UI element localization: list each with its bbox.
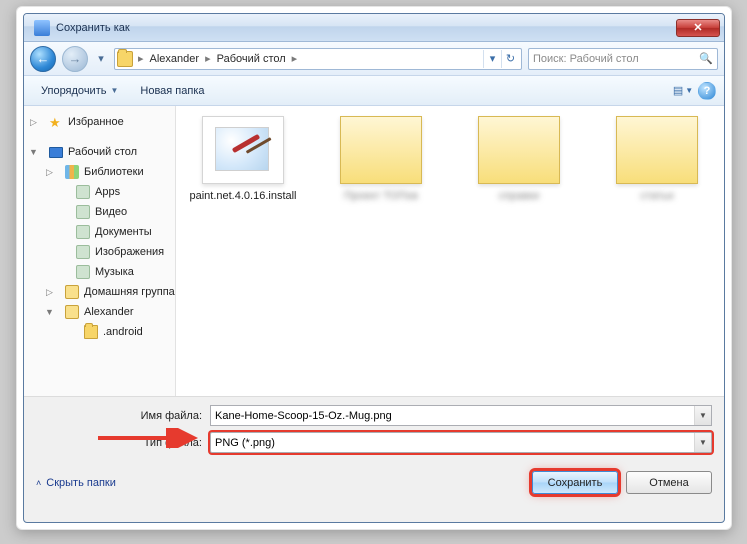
homegroup-node[interactable]: ▷Домашняя группа [24, 282, 175, 302]
filetype-dropdown-icon[interactable]: ▼ [694, 433, 711, 452]
address-bar[interactable]: ▸ Alexander ▸ Рабочий стол ▸ ▾ ↻ [114, 48, 522, 70]
navigation-bar: ← → ▾ ▸ Alexander ▸ Рабочий стол ▸ ▾ ↻ П… [24, 42, 724, 76]
app-icon [34, 20, 50, 36]
file-item[interactable]: статьи [602, 116, 712, 204]
expand-icon[interactable]: ▼ [28, 147, 39, 158]
filetype-label: Тип файла: [36, 437, 210, 449]
file-name: справки [464, 190, 574, 204]
search-icon: 🔍 [699, 52, 713, 65]
library-item[interactable]: Музыка [24, 262, 175, 282]
chevron-right-icon[interactable]: ▸ [136, 52, 146, 65]
folder-tree: ▷★Избранное ▼Рабочий стол ▷Библиотеки Ap… [24, 106, 176, 396]
search-placeholder: Поиск: Рабочий стол [533, 53, 639, 65]
file-thumbnail [202, 116, 284, 184]
file-name: Проект ТОПов [326, 190, 436, 204]
breadcrumb-segment[interactable]: Alexander [146, 53, 204, 65]
homegroup-icon [65, 285, 79, 299]
hide-folders-toggle[interactable]: ˄ Скрыть папки [36, 477, 116, 489]
window-title: Сохранить как [56, 22, 676, 34]
library-icon [76, 265, 90, 279]
back-button[interactable]: ← [30, 46, 56, 72]
expand-icon[interactable]: ▷ [44, 167, 55, 178]
file-item[interactable]: Проект ТОПов [326, 116, 436, 204]
new-folder-button[interactable]: Новая папка [131, 80, 213, 102]
breadcrumb-segment[interactable]: Рабочий стол [213, 53, 290, 65]
view-options-icon[interactable]: ▤▼ [672, 80, 694, 102]
chevron-down-icon: ▼ [110, 86, 118, 95]
library-icon [76, 245, 90, 259]
library-icon [76, 225, 90, 239]
expand-icon[interactable]: ▷ [44, 287, 55, 298]
filename-value: Kane-Home-Scoop-15-Oz.-Mug.png [215, 410, 392, 422]
filename-input[interactable]: Kane-Home-Scoop-15-Oz.-Mug.png ▼ [210, 405, 712, 426]
filetype-select[interactable]: PNG (*.png) ▼ [210, 432, 712, 453]
file-item[interactable]: paint.net.4.0.16.install [188, 116, 298, 204]
library-item[interactable]: Изображения [24, 242, 175, 262]
address-dropdown-icon[interactable]: ▾ [483, 50, 501, 68]
save-as-dialog: Сохранить как ✕ ← → ▾ ▸ Alexander ▸ Рабо… [23, 13, 725, 523]
chevron-up-icon: ˄ [36, 478, 41, 488]
search-input[interactable]: Поиск: Рабочий стол 🔍 [528, 48, 718, 70]
folder-icon [117, 51, 133, 67]
folder-icon [84, 325, 98, 339]
expand-icon[interactable]: ▼ [44, 307, 55, 318]
toolbar: Упорядочить ▼ Новая папка ▤▼ ? [24, 76, 724, 106]
save-button[interactable]: Сохранить [532, 471, 618, 494]
organize-button[interactable]: Упорядочить ▼ [32, 80, 127, 102]
library-icon [76, 205, 90, 219]
close-button[interactable]: ✕ [676, 19, 720, 37]
library-item[interactable]: Видео [24, 202, 175, 222]
user-icon [65, 305, 79, 319]
library-item[interactable]: Документы [24, 222, 175, 242]
folder-thumbnail [478, 116, 560, 184]
titlebar: Сохранить как ✕ [24, 14, 724, 42]
filetype-value: PNG (*.png) [215, 437, 275, 449]
libraries-icon [65, 165, 79, 179]
file-name: статьи [602, 190, 712, 204]
filename-dropdown-icon[interactable]: ▼ [694, 406, 711, 425]
cancel-button[interactable]: Отмена [626, 471, 712, 494]
desktop-icon [49, 147, 63, 158]
help-icon[interactable]: ? [698, 82, 716, 100]
file-list: paint.net.4.0.16.install Проект ТОПов сп… [176, 106, 724, 396]
chevron-right-icon[interactable]: ▸ [290, 52, 300, 65]
library-icon [76, 185, 90, 199]
filename-label: Имя файла: [36, 410, 210, 422]
libraries-node[interactable]: ▷Библиотеки [24, 162, 175, 182]
file-name: paint.net.4.0.16.install [188, 190, 298, 204]
library-item[interactable]: Apps [24, 182, 175, 202]
folder-thumbnail [340, 116, 422, 184]
folder-thumbnail [616, 116, 698, 184]
user-subfolder[interactable]: .android [24, 322, 175, 342]
star-icon: ★ [49, 115, 63, 129]
forward-button[interactable]: → [62, 46, 88, 72]
history-dropdown-icon[interactable]: ▾ [94, 48, 108, 70]
file-item[interactable]: справки [464, 116, 574, 204]
chevron-right-icon[interactable]: ▸ [203, 52, 213, 65]
user-node[interactable]: ▼Alexander [24, 302, 175, 322]
desktop-node[interactable]: ▼Рабочий стол [24, 142, 175, 162]
favorites-node[interactable]: ▷★Избранное [24, 112, 175, 132]
refresh-icon[interactable]: ↻ [501, 50, 519, 68]
collapse-icon[interactable]: ▷ [28, 117, 39, 128]
